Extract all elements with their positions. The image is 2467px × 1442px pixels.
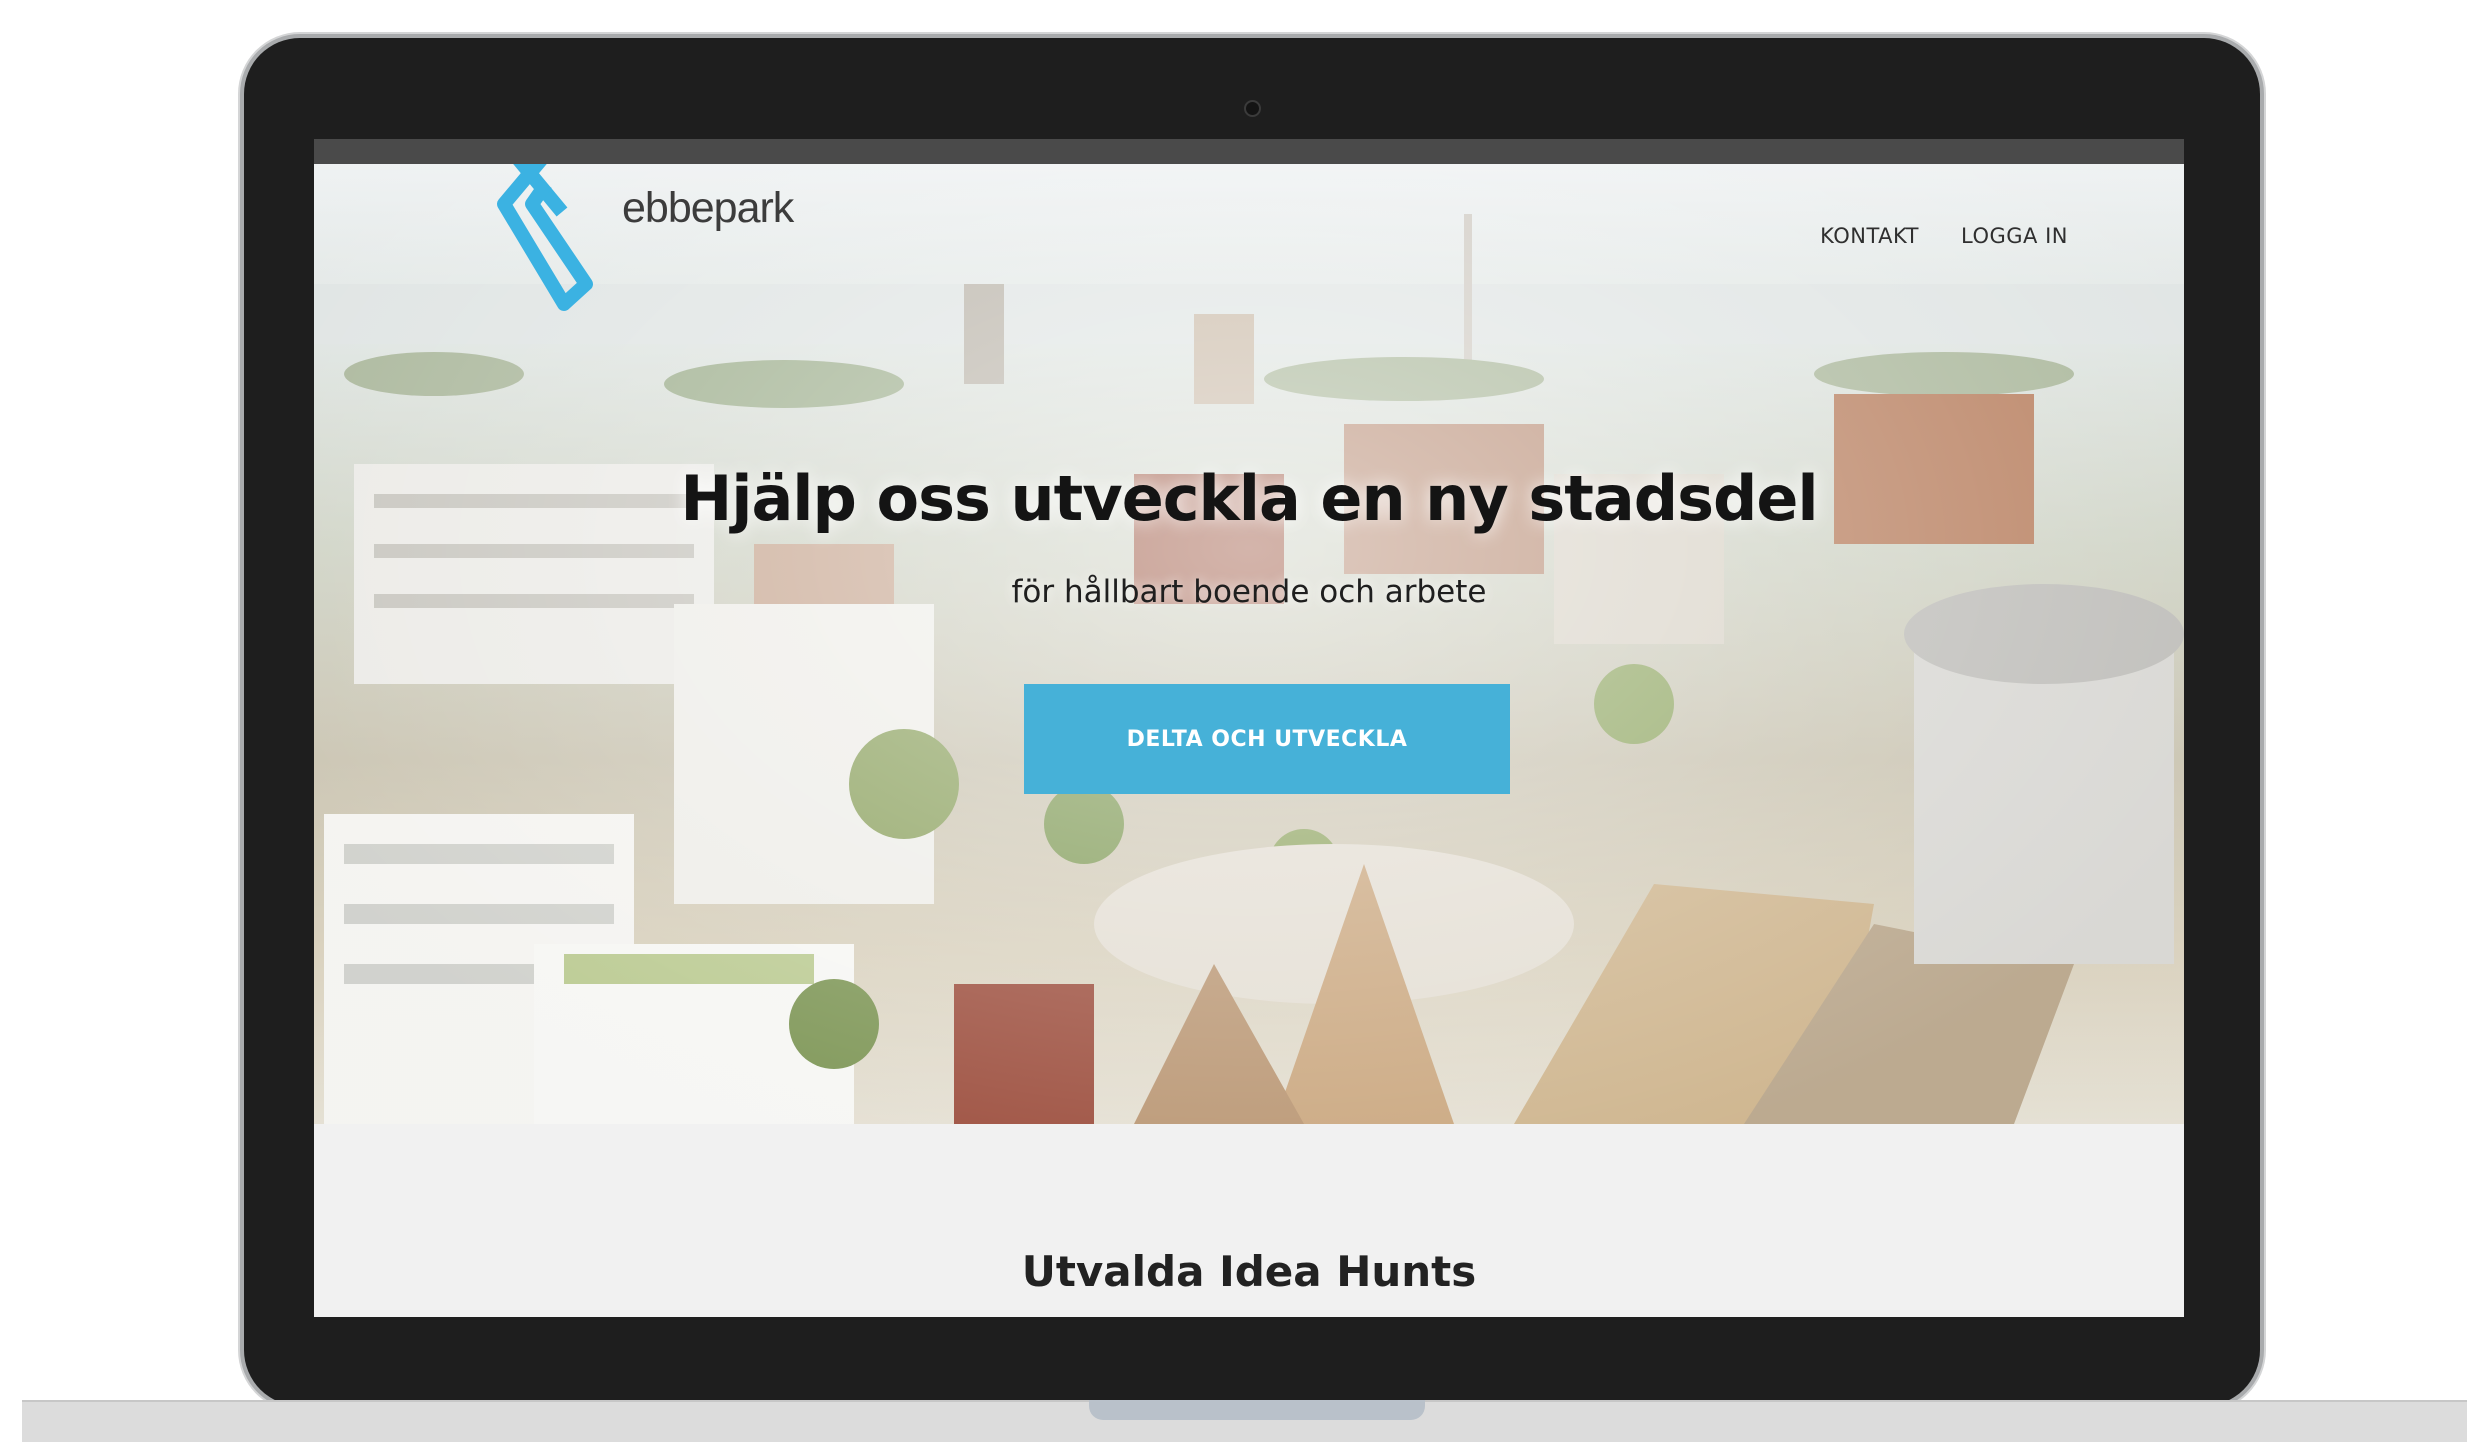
webcam-icon: [1244, 100, 1261, 117]
top-nav: KONTAKT LOGGA IN: [1820, 224, 2068, 248]
brand-logo[interactable]: ebbepark: [484, 164, 794, 324]
featured-section-title: Utvalda Idea Hunts: [1021, 1247, 1477, 1296]
browser-top-bar: [314, 139, 2184, 164]
cta-participate-button[interactable]: DELTA OCH UTVECKLA: [1024, 684, 1510, 794]
ebbepark-logo-mark-icon: [497, 164, 593, 311]
browser-viewport: ebbepark KONTAKT LOGGA IN Hjälp oss utve…: [314, 139, 2184, 1317]
hero-section: ebbepark KONTAKT LOGGA IN Hjälp oss utve…: [314, 164, 2184, 1124]
laptop-notch: [1089, 1400, 1425, 1420]
hero-headline: Hjälp oss utveckla en ny stadsdel: [680, 462, 1818, 535]
nav-contact-link[interactable]: KONTAKT: [1820, 224, 1919, 248]
brand-name: ebbepark: [622, 184, 794, 232]
nav-login-link[interactable]: LOGGA IN: [1961, 224, 2068, 248]
hero-subheadline: för hållbart boende och arbete: [1011, 574, 1487, 610]
